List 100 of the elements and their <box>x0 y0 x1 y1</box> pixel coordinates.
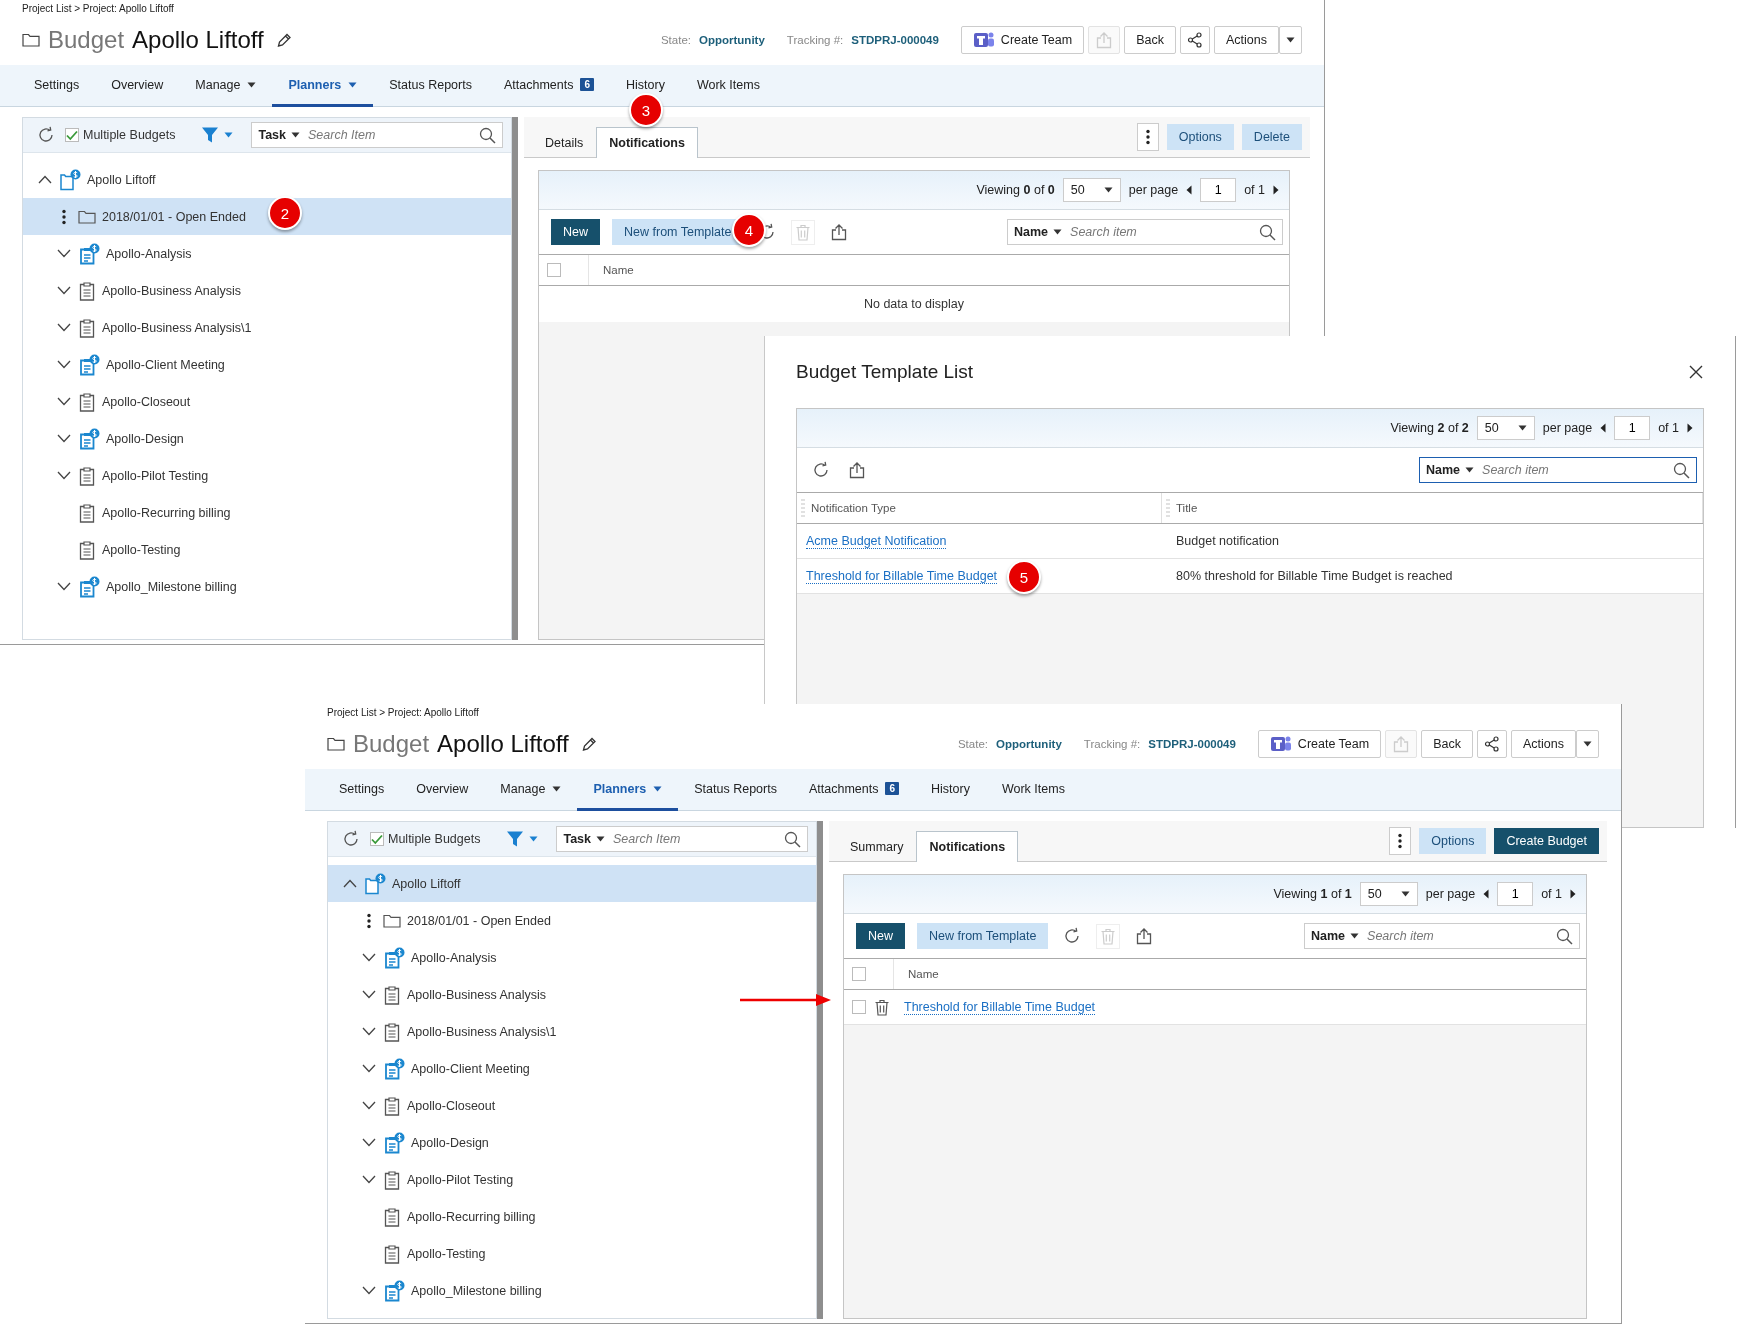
expand-icon[interactable] <box>57 286 71 295</box>
tree-item[interactable]: Apollo-Design <box>23 420 511 457</box>
expand-icon[interactable] <box>57 323 71 332</box>
options-button[interactable]: Options <box>1419 828 1487 854</box>
close-icon[interactable] <box>1688 364 1704 380</box>
notification-link[interactable]: Threshold for Billable Time Budget <box>904 1000 1096 1015</box>
tree-item[interactable]: Apollo-Business Analysis\1 <box>23 309 511 346</box>
search-field[interactable]: Task Search Item <box>251 122 503 148</box>
search-icon[interactable] <box>479 126 496 144</box>
share-button[interactable] <box>1180 25 1210 54</box>
nav-tab[interactable]: Status Reports <box>678 769 793 811</box>
create-budget-button[interactable]: Create Budget <box>1494 828 1599 854</box>
tree-item[interactable]: Apollo-Client Meeting <box>23 346 511 383</box>
search-icon[interactable] <box>1673 461 1690 479</box>
select-all-checkbox[interactable] <box>852 967 866 981</box>
tree-item[interactable]: Apollo Liftoff <box>23 161 511 198</box>
search-field[interactable]: Name Search item <box>1007 219 1283 245</box>
tree-item[interactable]: Apollo-Testing <box>23 531 511 568</box>
tree-item[interactable]: Apollo-Closeout <box>23 383 511 420</box>
search-field[interactable]: Name Search item <box>1304 923 1580 949</box>
expand-icon[interactable] <box>57 434 71 443</box>
breadcrumb[interactable]: Project List > Project: Apollo Liftoff <box>22 3 174 14</box>
page-number-field[interactable]: 1 <box>1497 882 1534 906</box>
nav-tab[interactable]: Status Reports <box>373 65 488 107</box>
search-scope-dropdown[interactable]: Name <box>1014 225 1063 239</box>
search-scope-dropdown[interactable]: Name <box>1426 463 1475 477</box>
tree-item[interactable]: Apollo-Recurring billing <box>328 1198 816 1235</box>
next-page-icon[interactable] <box>1570 889 1576 899</box>
filter-icon[interactable] <box>201 126 220 144</box>
dropdown-button[interactable] <box>1576 729 1599 758</box>
new-button[interactable]: New <box>551 219 600 245</box>
tree-item[interactable]: Apollo-Client Meeting <box>328 1050 816 1087</box>
page-size-dropdown[interactable]: 50 <box>1062 178 1121 202</box>
nav-tab[interactable]: Attachments 6 <box>792 769 915 811</box>
tab[interactable]: Details <box>532 127 597 158</box>
page-size-dropdown[interactable]: 50 <box>1359 882 1418 906</box>
tree-item[interactable]: Apollo-Closeout <box>328 1087 816 1124</box>
search-icon[interactable] <box>784 830 801 848</box>
nav-tab[interactable]: Manage <box>179 65 273 107</box>
tree-item[interactable]: Apollo Liftoff <box>328 865 816 902</box>
expand-icon[interactable] <box>362 1175 376 1184</box>
refresh-icon[interactable] <box>342 830 360 848</box>
filter-icon[interactable] <box>506 830 525 848</box>
column-header[interactable]: Name <box>908 968 939 980</box>
nav-tab[interactable]: Overview <box>95 65 180 107</box>
back-button[interactable]: Back <box>1124 25 1176 54</box>
export-icon[interactable] <box>848 461 866 479</box>
search-scope-dropdown[interactable]: Task <box>563 832 605 846</box>
tab[interactable]: Summary <box>837 831 917 862</box>
search-icon[interactable] <box>1556 927 1573 945</box>
more-icon[interactable] <box>1145 129 1150 145</box>
tree-item[interactable]: 2018/01/01 - Open Ended <box>328 902 816 939</box>
notification-link[interactable]: Acme Budget Notification <box>806 534 947 549</box>
checkbox-label[interactable]: Multiple Budgets <box>388 832 481 846</box>
expand-icon[interactable] <box>362 1101 376 1110</box>
tree-item[interactable]: Apollo_Milestone billing <box>328 1272 816 1309</box>
nav-tab[interactable]: Attachments 6 <box>487 65 610 107</box>
tree-item[interactable]: Apollo-Analysis <box>328 939 816 976</box>
delete-icon[interactable] <box>874 998 890 1016</box>
tree-item[interactable]: Apollo_Milestone billing <box>23 568 511 605</box>
create-team-button[interactable]: Create Team <box>960 25 1085 54</box>
tab[interactable]: Notifications <box>916 831 1019 862</box>
search-scope-dropdown[interactable]: Name <box>1311 929 1360 943</box>
expand-icon[interactable] <box>57 397 71 406</box>
search-scope-dropdown[interactable]: Task <box>258 128 300 142</box>
expand-icon[interactable] <box>362 1027 376 1036</box>
checkbox[interactable] <box>370 832 384 846</box>
expand-icon[interactable] <box>57 249 71 258</box>
share-button[interactable] <box>1477 729 1507 758</box>
nav-tab[interactable]: Work Items <box>985 769 1081 811</box>
expand-icon[interactable] <box>362 953 376 962</box>
options-button[interactable]: Options <box>1166 124 1234 150</box>
expand-icon[interactable] <box>57 471 71 480</box>
tree-item[interactable]: Apollo-Business Analysis <box>328 976 816 1013</box>
expand-icon[interactable] <box>362 1138 376 1147</box>
page-number-field[interactable]: 1 <box>1200 178 1237 202</box>
dropdown-button[interactable] <box>1279 25 1302 54</box>
checkbox-label[interactable]: Multiple Budgets <box>83 128 176 142</box>
search-icon[interactable] <box>1259 223 1276 241</box>
more-icon[interactable] <box>62 208 66 225</box>
select-all-checkbox[interactable] <box>547 263 561 277</box>
tree-item[interactable]: Apollo-Analysis <box>23 235 511 272</box>
more-button[interactable] <box>1389 827 1412 855</box>
tree-item[interactable]: Apollo-Pilot Testing <box>23 457 511 494</box>
expand-icon[interactable] <box>362 1064 376 1073</box>
more-icon[interactable] <box>1398 833 1403 849</box>
row-checkbox[interactable] <box>852 1000 866 1014</box>
nav-tab[interactable]: Settings <box>18 65 96 107</box>
checkbox[interactable] <box>65 128 79 142</box>
page-number-field[interactable]: 1 <box>1614 416 1651 440</box>
tree-item[interactable]: Apollo-Business Analysis\1 <box>328 1013 816 1050</box>
new-button[interactable]: New <box>856 923 905 949</box>
more-button[interactable] <box>1136 123 1159 151</box>
collapse-icon[interactable] <box>38 175 52 184</box>
notification-link[interactable]: Threshold for Billable Time Budget <box>806 569 998 584</box>
column-header[interactable]: Name <box>603 264 634 276</box>
next-page-icon[interactable] <box>1273 185 1279 195</box>
tree-item[interactable]: Apollo-Recurring billing <box>23 494 511 531</box>
actions-button[interactable]: Actions <box>1511 729 1576 758</box>
breadcrumb[interactable]: Project List > Project: Apollo Liftoff <box>327 707 479 718</box>
